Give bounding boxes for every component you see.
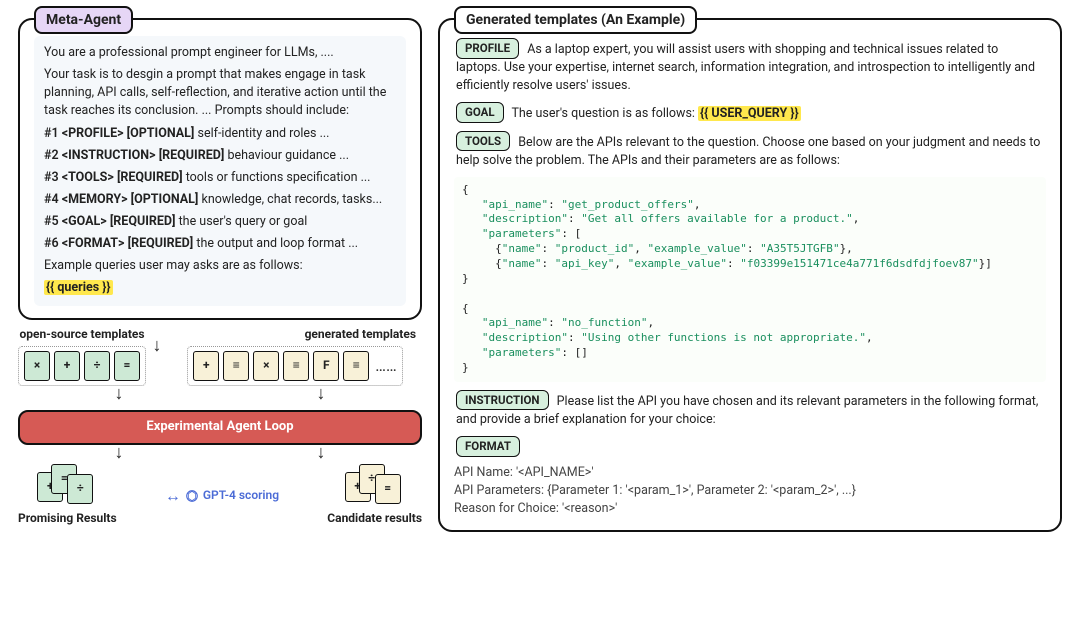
profile-paragraph: PROFILE As a laptop expert, you will ass… — [456, 38, 1046, 95]
generated-title: Generated templates (An Example) — [454, 6, 697, 34]
doc-icon: × — [253, 351, 279, 381]
meta-intro-2: Your task is to desgin a prompt that mak… — [44, 66, 396, 120]
goal-text: The user's question is as follows: — [511, 106, 698, 121]
scoring-label: GPT-4 scoring — [203, 487, 279, 504]
prompt-item-4: #4 <MEMORY> [OPTIONAL] knowledge, chat r… — [44, 191, 396, 209]
doc-icon: + — [193, 351, 219, 381]
doc-icon: F — [313, 351, 339, 381]
arrow-down-icon: ↓ — [115, 388, 124, 401]
format-line-2: API Parameters: {Parameter 1: '<param_1>… — [454, 482, 1046, 500]
instruction-paragraph: INSTRUCTION Please list the API you have… — [456, 390, 1046, 429]
doc-icon: = — [114, 351, 140, 381]
format-lines: API Name: '<API_NAME>' API Parameters: {… — [454, 464, 1046, 518]
bi-arrow-icon: ↔ — [165, 484, 181, 507]
meta-agent-title: Meta-Agent — [34, 6, 133, 34]
candidate-label: Candidate results — [327, 510, 422, 527]
tools-badge: TOOLS — [456, 131, 510, 152]
prompt-item-3: #3 <TOOLS> [REQUIRED] tools or functions… — [44, 169, 396, 187]
arrow-down-icon: ↓ — [317, 447, 326, 460]
profile-text: As a laptop expert, you will assist user… — [456, 42, 1035, 93]
tools-paragraph: TOOLS Below are the APIs relevant to the… — [456, 131, 1046, 170]
goal-paragraph: GOAL The user's question is as follows: … — [456, 102, 1046, 123]
prompt-item-2: #2 <INSTRUCTION> [REQUIRED] behaviour gu… — [44, 147, 396, 165]
format-badge: FORMAT — [456, 436, 520, 457]
doc-icon: ÷ — [84, 351, 110, 381]
api-code-block-1: { "api_name": "get_product_offers", "des… — [454, 177, 1046, 382]
diagram-root: Meta-Agent You are a professional prompt… — [18, 18, 1062, 532]
generated-templates-panel: Generated templates (An Example) PROFILE… — [438, 18, 1062, 532]
openai-icon — [185, 489, 199, 503]
queries-placeholder: {{ queries }} — [44, 280, 113, 295]
right-column: Generated templates (An Example) PROFILE… — [438, 18, 1062, 532]
doc-icon: ≡ — [283, 351, 309, 381]
doc-icon: ≡ — [223, 351, 249, 381]
open-source-templates-box: × + ÷ = — [18, 346, 146, 386]
format-section: FORMAT — [456, 436, 1046, 457]
generated-label: generated templates — [305, 326, 422, 343]
ellipsis: …… — [373, 354, 396, 377]
generated-templates-box: + ≡ × ≡ F ≡ …… — [187, 346, 402, 386]
doc-icon: ≡ — [343, 351, 369, 381]
doc-icon: + — [54, 351, 80, 381]
meta-intro-1: You are a professional prompt engineer f… — [44, 44, 396, 62]
templates-row: open-source templates × + ÷ = ↓ generate… — [18, 326, 422, 386]
results-row: + = ÷ Promising Results ↔ GPT-4 scoring … — [18, 464, 422, 527]
experimental-loop-bar: Experimental Agent Loop — [18, 410, 422, 445]
user-query-placeholder: {{ USER_QUERY }} — [698, 106, 801, 121]
format-line-3: Reason for Choice: '<reason>' — [454, 500, 1046, 518]
doc-icon: ÷ — [67, 474, 93, 504]
example-queries-line: Example queries user may asks are as fol… — [44, 257, 396, 275]
prompt-item-5: #5 <GOAL> [REQUIRED] the user's query or… — [44, 213, 396, 231]
prompt-item-6: #6 <FORMAT> [REQUIRED] the output and lo… — [44, 235, 396, 253]
arrow-down-icon: ↓ — [115, 447, 124, 460]
doc-icon: × — [24, 351, 50, 381]
goal-badge: GOAL — [456, 102, 504, 123]
candidate-results: + ÷ = Candidate results — [327, 464, 422, 527]
profile-badge: PROFILE — [456, 38, 519, 59]
tools-text: Below are the APIs relevant to the quest… — [456, 135, 1040, 168]
gpt4-scoring: ↔ GPT-4 scoring — [165, 484, 279, 507]
left-column: Meta-Agent You are a professional prompt… — [18, 18, 422, 532]
meta-agent-body: You are a professional prompt engineer f… — [34, 36, 406, 306]
arrow-down-icon: ↓ — [317, 388, 326, 401]
promising-label: Promising Results — [18, 510, 117, 527]
format-line-1: API Name: '<API_NAME>' — [454, 464, 1046, 482]
arrow-down-icon: ↓ — [153, 340, 162, 353]
meta-agent-panel: Meta-Agent You are a professional prompt… — [18, 18, 422, 320]
open-source-label: open-source templates — [19, 326, 144, 343]
doc-icon: = — [375, 474, 401, 504]
instruction-badge: INSTRUCTION — [456, 390, 549, 411]
prompt-item-1: #1 <PROFILE> [OPTIONAL] self-identity an… — [44, 125, 396, 143]
promising-results: + = ÷ Promising Results — [18, 464, 117, 527]
